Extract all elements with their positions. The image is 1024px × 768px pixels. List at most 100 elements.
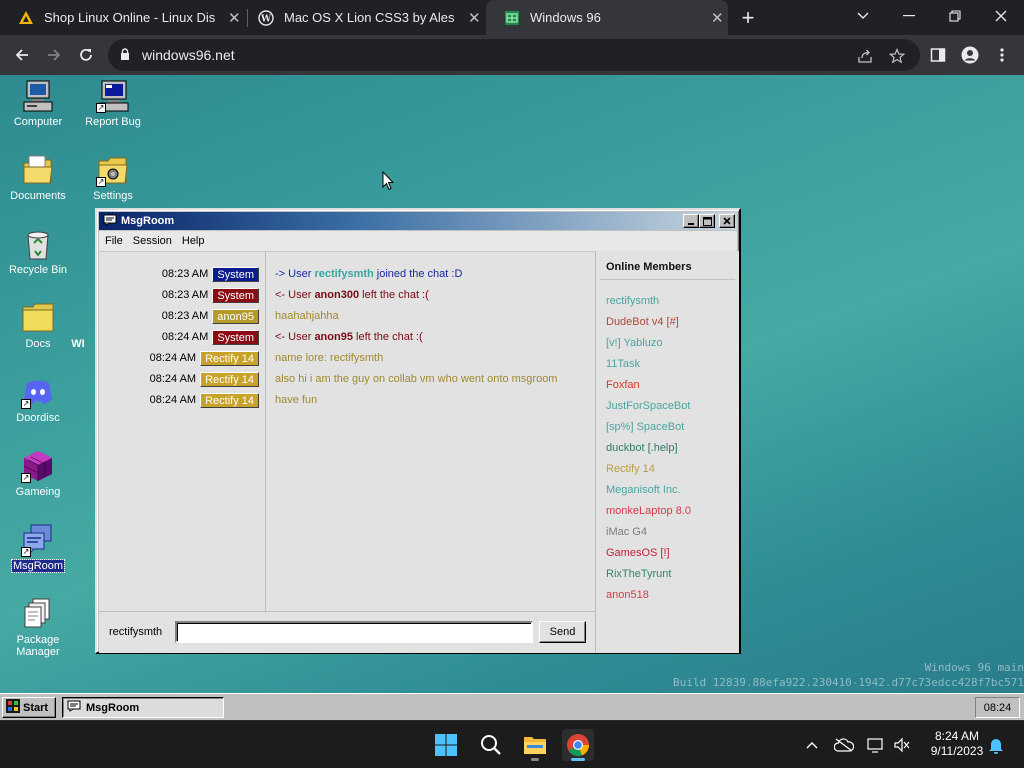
kebab-menu-icon[interactable] xyxy=(990,43,1014,67)
tab-shop-linux[interactable]: Shop Linux Online - Linux Distros ✕ xyxy=(0,0,246,35)
notifications-bell-icon[interactable] xyxy=(986,735,1006,755)
member-item[interactable]: [v!] Yabluzo xyxy=(606,337,662,349)
profile-avatar-icon[interactable] xyxy=(958,43,982,67)
side-panel-icon[interactable] xyxy=(926,43,950,67)
desktop-icon-label: Computer xyxy=(13,116,63,128)
new-tab-button[interactable]: + xyxy=(734,4,762,32)
menu-help[interactable]: Help xyxy=(182,235,205,247)
window-close-button[interactable] xyxy=(719,214,735,228)
w96-clock: 08:24 xyxy=(975,697,1020,718)
chrome-icon[interactable] xyxy=(562,729,594,761)
member-item[interactable]: JustForSpaceBot xyxy=(606,400,690,412)
desktop-icon-documents[interactable]: Documents xyxy=(0,153,76,202)
minimize-window-icon[interactable] xyxy=(886,0,932,32)
message-timestamp: 08:23 AM xyxy=(161,310,209,322)
menu-file[interactable]: File xyxy=(105,235,123,247)
message-meta: 08:24 AM Rectify 14 xyxy=(99,371,259,387)
member-item[interactable]: 11Task xyxy=(606,358,640,370)
desktop-icon-report-bug[interactable]: ↗ Report Bug xyxy=(75,79,151,128)
window-titlebar[interactable]: MsgRoom xyxy=(99,212,737,230)
user-badge[interactable]: System xyxy=(212,287,259,303)
tab-search-chevron-down-icon[interactable] xyxy=(840,0,886,32)
member-item[interactable]: rectifysmth xyxy=(606,295,659,307)
desktop-icon-gameing[interactable]: ↗ Gameing xyxy=(0,449,76,498)
file-explorer-icon[interactable] xyxy=(519,729,551,761)
tab-close-icon[interactable]: ✕ xyxy=(707,6,728,30)
send-button[interactable]: Send xyxy=(539,621,586,643)
member-item[interactable]: monkeLaptop 8.0 xyxy=(606,505,691,517)
taskbar-item-msgroom[interactable]: MsgRoom xyxy=(62,697,224,718)
desktop-icon-label: Docs xyxy=(25,338,51,350)
onedrive-cloud-icon[interactable] xyxy=(834,735,854,755)
reload-icon[interactable] xyxy=(72,41,100,69)
message-input[interactable] xyxy=(175,621,533,643)
desktop-icon-package-manager[interactable]: Package Manager xyxy=(0,597,76,658)
message-timestamp: 08:24 AM xyxy=(149,352,197,364)
member-item[interactable]: duckbot [.help] xyxy=(606,442,678,454)
member-item[interactable]: anon518 xyxy=(606,589,649,601)
user-badge[interactable]: Rectify 14 xyxy=(200,392,259,408)
member-item[interactable]: DudeBot v4 [#] xyxy=(606,316,679,328)
user-badge[interactable]: System xyxy=(212,329,259,345)
msgroom-icon: ↗ xyxy=(21,523,55,557)
member-item[interactable]: RixTheTyrunt xyxy=(606,568,671,580)
user-badge[interactable]: anon95 xyxy=(212,308,259,324)
close-window-icon[interactable] xyxy=(978,0,1024,32)
tab-windows-96[interactable]: Windows 96 ✕ xyxy=(486,0,728,35)
desktop-icon-msgroom[interactable]: ↗ MsgRoom xyxy=(0,523,76,573)
tab-title: Windows 96 xyxy=(530,10,601,25)
member-item[interactable]: Rectify 14 xyxy=(606,463,655,475)
member-item[interactable]: Foxfan xyxy=(606,379,640,391)
desktop-icon-label: Package Manager xyxy=(16,634,60,658)
back-arrow-icon[interactable] xyxy=(8,41,36,69)
search-icon[interactable] xyxy=(475,729,507,761)
package-manager-icon xyxy=(21,597,55,631)
user-badge[interactable]: Rectify 14 xyxy=(200,350,259,366)
member-item[interactable]: [sp%] SpaceBot xyxy=(606,421,684,433)
user-badge[interactable]: System xyxy=(212,266,259,282)
menu-session[interactable]: Session xyxy=(133,235,172,247)
desktop-icon-doordisc[interactable]: ↗ Doordisc xyxy=(0,375,76,424)
system-clock[interactable]: 8:24 AM 9/11/2023 xyxy=(918,729,996,759)
mouse-cursor-icon xyxy=(382,170,395,194)
start-label: Start xyxy=(23,701,49,714)
show-hidden-icons-chevron-up-icon[interactable] xyxy=(802,735,822,755)
window-minimize-button[interactable] xyxy=(683,214,699,228)
desktop-icon-recycle-bin[interactable]: Recycle Bin xyxy=(0,227,76,276)
volume-muted-icon[interactable] xyxy=(892,735,912,755)
windows-start-icon[interactable] xyxy=(430,729,462,761)
tab-mac-os-lion[interactable]: W Mac OS X Lion CSS3 by Alessio Atzeni ✕ xyxy=(240,0,486,35)
cube-icon: ↗ xyxy=(21,449,55,483)
lock-icon[interactable] xyxy=(120,48,130,64)
member-item[interactable]: Meganisoft Inc. xyxy=(606,484,681,496)
member-item[interactable]: iMac G4 xyxy=(606,526,647,538)
member-item[interactable]: GamesOS [!] xyxy=(606,547,670,559)
nickname-label[interactable]: rectifysmth xyxy=(109,626,162,638)
message-meta: 08:24 AM Rectify 14 xyxy=(99,350,259,366)
build-info-line2: Build 12839.88efa922.230410-1942.d77c73e… xyxy=(673,676,1024,689)
start-button[interactable]: Start xyxy=(2,697,56,718)
message-meta: 08:23 AM anon95 xyxy=(99,308,259,324)
share-icon[interactable] xyxy=(854,45,876,67)
user-badge[interactable]: Rectify 14 xyxy=(200,371,259,387)
restore-window-icon[interactable] xyxy=(932,0,978,32)
tab-close-icon[interactable]: ✕ xyxy=(463,6,486,30)
desktop-icon-computer[interactable]: Computer xyxy=(0,79,76,128)
shortcut-arrow-icon: ↗ xyxy=(21,473,31,483)
docs-folder-icon xyxy=(21,301,55,335)
desktop-icon-partial[interactable]: WI xyxy=(58,338,98,350)
forward-arrow-icon[interactable] xyxy=(40,41,68,69)
network-monitor-icon[interactable] xyxy=(866,735,886,755)
msgroom-window-icon xyxy=(103,214,117,229)
url-text[interactable]: windows96.net xyxy=(142,47,235,63)
message-meta-column: 08:23 AM System 08:23 AM System 08:23 AM anon… xyxy=(99,252,266,612)
bookmark-star-icon[interactable] xyxy=(886,45,908,67)
browser-tab-bar: Shop Linux Online - Linux Distros ✕ W Ma… xyxy=(0,0,1024,35)
clock-date: 9/11/2023 xyxy=(930,744,984,758)
message-timestamp: 08:23 AM xyxy=(161,289,209,301)
address-bar[interactable]: windows96.net xyxy=(108,39,920,71)
window-maximize-button[interactable] xyxy=(699,214,715,228)
desktop-icon-label: Recycle Bin xyxy=(8,264,68,276)
desktop-icon-settings[interactable]: ↗ Settings xyxy=(75,153,151,202)
message-text-column[interactable]: -> User rectifysmth joined the chat :D <-… xyxy=(267,252,595,612)
